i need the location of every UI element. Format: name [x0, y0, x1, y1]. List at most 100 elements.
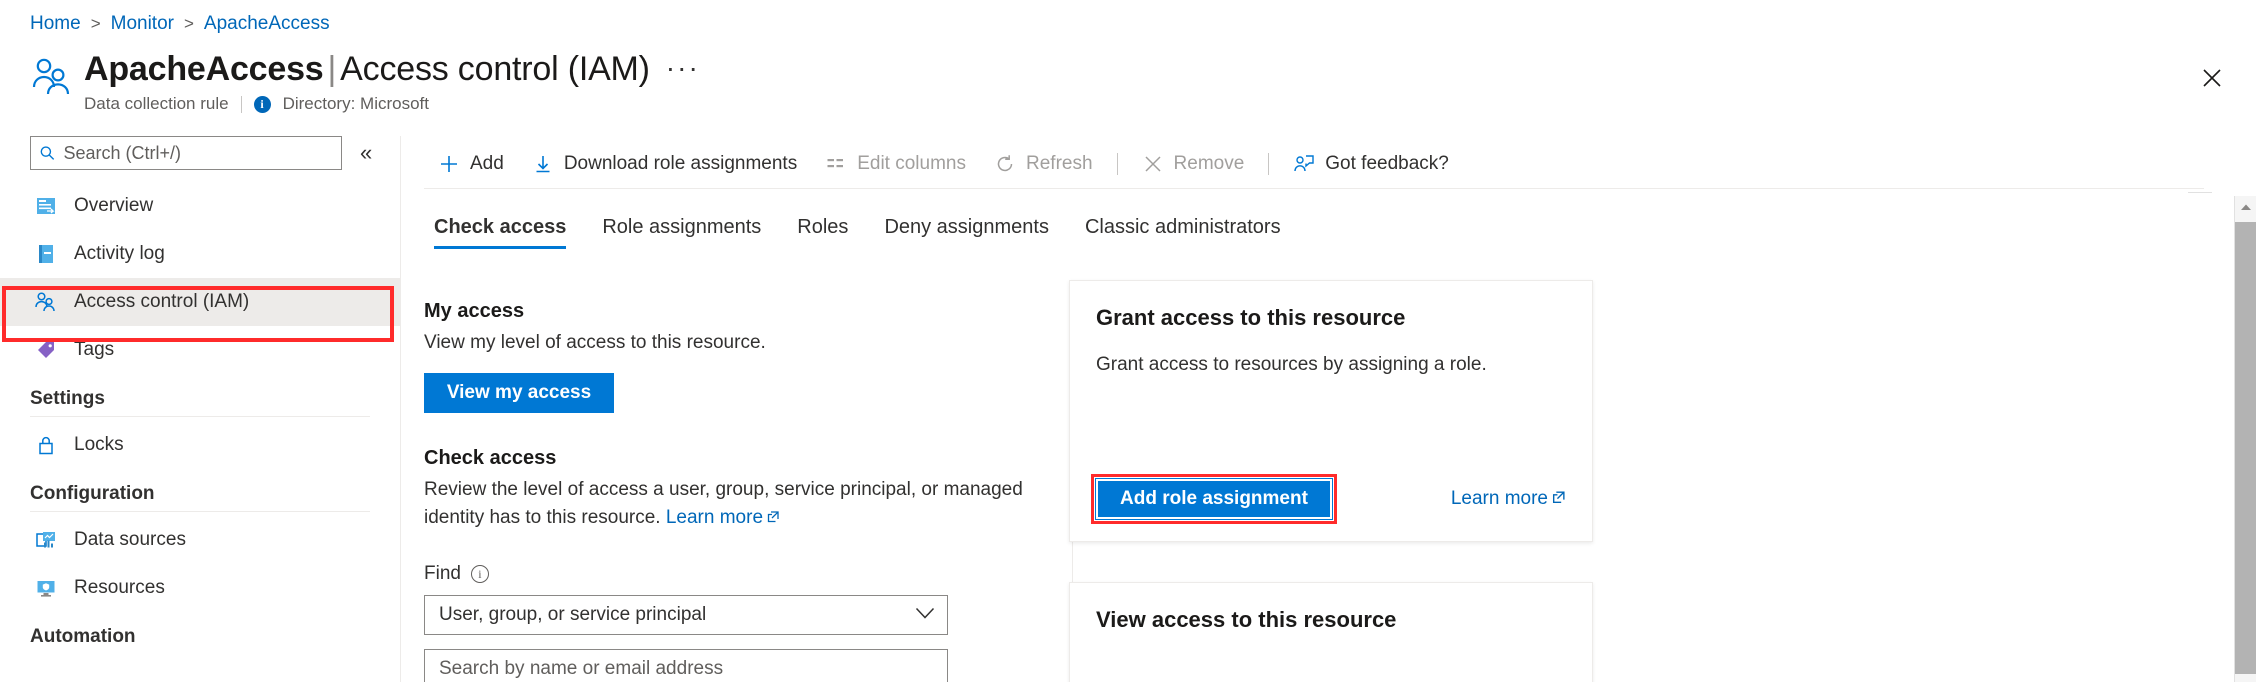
- add-button[interactable]: Add: [424, 144, 518, 184]
- grant-access-card-title: Grant access to this resource: [1096, 305, 1566, 331]
- sidebar-content-divider: [400, 136, 401, 682]
- access-control-icon: [34, 290, 58, 314]
- tab-label: Role assignments: [602, 216, 761, 238]
- columns-icon: [825, 153, 847, 175]
- sidebar-item-data-sources[interactable]: Data sources: [0, 516, 400, 564]
- add-role-assignment-wrapper: Add role assignment: [1096, 479, 1332, 519]
- edit-columns-button: Edit columns: [811, 144, 980, 184]
- tab-deny-assignments[interactable]: Deny assignments: [866, 216, 1067, 249]
- principal-search-input[interactable]: [439, 658, 933, 680]
- tab-role-assignments[interactable]: Role assignments: [584, 216, 779, 249]
- download-role-assignments-button[interactable]: Download role assignments: [518, 144, 811, 184]
- header-subtitle: Data collection rule i Directory: Micros…: [84, 93, 700, 115]
- add-role-assignment-button[interactable]: Add role assignment: [1096, 479, 1332, 519]
- tab-check-access[interactable]: Check access: [424, 216, 584, 249]
- azure-portal-blade: Home > Monitor > ApacheAccess ApacheAcce…: [0, 0, 2256, 682]
- blade-header: ApacheAccess|Access control (IAM) ··· Da…: [30, 48, 700, 115]
- chevron-down-icon: [915, 604, 935, 626]
- sidebar-item-access-control[interactable]: Access control (IAM): [0, 278, 400, 326]
- check-access-learn-more-link[interactable]: Learn more: [666, 507, 763, 528]
- search-input[interactable]: [64, 143, 334, 164]
- find-info-icon[interactable]: i: [471, 565, 489, 583]
- breadcrumb-item-apacheaccess[interactable]: ApacheAccess: [204, 12, 330, 36]
- sidebar-item-overview[interactable]: Overview: [0, 182, 400, 230]
- tab-label: Classic administrators: [1085, 216, 1281, 238]
- tab-label: Check access: [434, 216, 566, 238]
- scroll-area-top-rule: [2188, 192, 2212, 193]
- sidebar-group-settings: Settings: [0, 374, 400, 416]
- tab-classic-administrators[interactable]: Classic administrators: [1067, 216, 1299, 249]
- my-access-description: View my level of access to this resource…: [424, 329, 1024, 357]
- grant-access-learn-more-label: Learn more: [1451, 488, 1548, 509]
- search-input-wrapper[interactable]: [30, 136, 342, 170]
- sidebar-group-divider: [30, 511, 370, 512]
- principal-search-input-wrapper[interactable]: [424, 649, 948, 682]
- blade-sidebar: « Overview: [0, 136, 400, 682]
- command-separator: [1268, 153, 1269, 175]
- sidebar-item-label: Locks: [74, 434, 124, 456]
- add-button-label: Add: [470, 153, 504, 175]
- remove-icon: [1142, 153, 1164, 175]
- external-link-icon: [1551, 490, 1566, 510]
- sidebar-item-locks[interactable]: Locks: [0, 421, 400, 469]
- breadcrumb-separator: >: [91, 12, 101, 36]
- info-icon: i: [254, 96, 271, 113]
- breadcrumb: Home > Monitor > ApacheAccess: [30, 12, 330, 36]
- check-access-description: Review the level of access a user, group…: [424, 476, 1024, 533]
- scrollbar-thumb[interactable]: [2235, 222, 2256, 674]
- overview-icon: [34, 194, 58, 218]
- got-feedback-label: Got feedback?: [1325, 153, 1449, 175]
- view-my-access-button[interactable]: View my access: [424, 373, 614, 413]
- external-link-icon: [766, 505, 780, 533]
- got-feedback-button[interactable]: Got feedback?: [1279, 144, 1463, 184]
- breadcrumb-item-home[interactable]: Home: [30, 12, 81, 36]
- resource-type-label: Data collection rule: [84, 93, 229, 115]
- sidebar-item-label: Data sources: [74, 529, 186, 551]
- page-title-resource: ApacheAccess: [84, 50, 324, 88]
- tab-label: Roles: [797, 216, 848, 238]
- tags-icon: [34, 338, 58, 362]
- scroll-up-button[interactable]: [2235, 196, 2256, 218]
- subtitle-divider: [241, 96, 242, 113]
- tab-roles[interactable]: Roles: [779, 216, 866, 249]
- vertical-scrollbar[interactable]: [2234, 196, 2256, 682]
- command-bar: Add Download role assignments Edit colum…: [424, 140, 2204, 188]
- find-type-selected-value: User, group, or service principal: [439, 604, 706, 626]
- more-options-icon[interactable]: ···: [666, 56, 700, 80]
- command-bar-divider: [424, 188, 2204, 189]
- sidebar-item-tags[interactable]: Tags: [0, 326, 400, 374]
- sidebar-item-activity-log[interactable]: Activity log: [0, 230, 400, 278]
- remove-button: Remove: [1128, 144, 1259, 184]
- sidebar-item-resources[interactable]: Resources: [0, 564, 400, 612]
- page-title-page: Access control (IAM): [340, 50, 650, 88]
- grant-access-card-footer: Add role assignment Learn more: [1096, 479, 1566, 519]
- collapse-sidebar-icon[interactable]: «: [360, 142, 372, 164]
- breadcrumb-item-monitor[interactable]: Monitor: [111, 12, 174, 36]
- download-role-assignments-label: Download role assignments: [564, 153, 797, 175]
- sidebar-group-configuration: Configuration: [0, 469, 400, 511]
- find-type-select[interactable]: User, group, or service principal: [424, 595, 948, 635]
- sidebar-group-divider: [30, 416, 370, 417]
- my-access-title: My access: [424, 300, 1024, 323]
- find-label-row: Find i: [424, 563, 1024, 585]
- find-label: Find: [424, 563, 461, 585]
- feedback-icon: [1293, 153, 1315, 175]
- tab-label: Deny assignments: [884, 216, 1049, 238]
- data-sources-icon: [34, 528, 58, 552]
- sidebar-item-label: Tags: [74, 339, 114, 361]
- edit-columns-label: Edit columns: [857, 153, 966, 175]
- chevron-up-icon: [2240, 203, 2252, 211]
- refresh-icon: [994, 153, 1016, 175]
- remove-label: Remove: [1174, 153, 1245, 175]
- close-blade-button[interactable]: [2192, 58, 2232, 98]
- access-control-header-icon: [30, 54, 76, 100]
- sidebar-item-label: Resources: [74, 577, 165, 599]
- grant-access-learn-more[interactable]: Learn more: [1451, 488, 1566, 510]
- sidebar-nav: Overview Activity log: [0, 182, 400, 654]
- grant-access-card: Grant access to this resource Grant acce…: [1069, 280, 1593, 542]
- sidebar-item-label: Overview: [74, 195, 153, 217]
- check-access-title: Check access: [424, 447, 1024, 470]
- refresh-button: Refresh: [980, 144, 1107, 184]
- resources-icon: [34, 576, 58, 600]
- my-access-section: My access View my level of access to thi…: [424, 300, 1024, 413]
